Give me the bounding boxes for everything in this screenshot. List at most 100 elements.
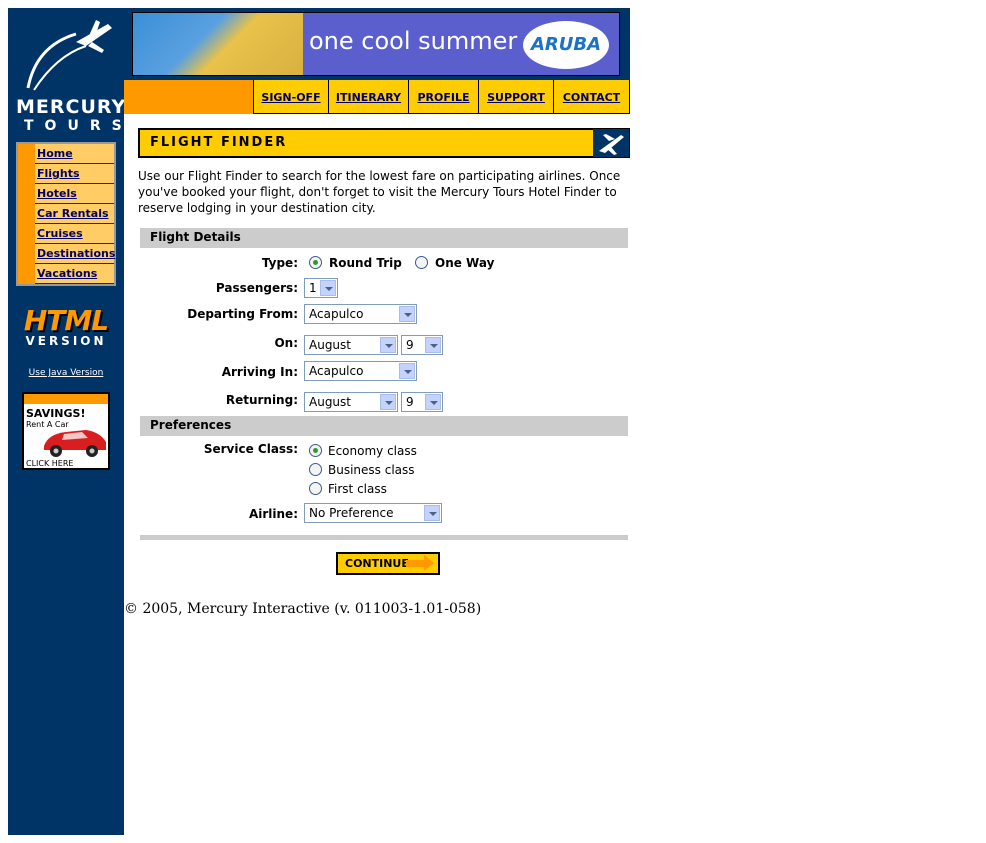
- first-class-label: First class: [328, 482, 387, 496]
- round-trip-radio[interactable]: [309, 256, 322, 269]
- sidebar-item-vacations[interactable]: Vacations: [35, 264, 114, 284]
- nav-strip: [18, 144, 35, 284]
- depart-month-select[interactable]: August: [304, 335, 398, 355]
- airline-value: No Preference: [309, 506, 394, 520]
- flight-finder-header: FLIGHT FINDER: [138, 128, 630, 158]
- passengers-value: 1: [309, 281, 317, 295]
- profile-link[interactable]: PROFILE: [417, 91, 469, 104]
- passengers-select[interactable]: 1: [304, 278, 338, 298]
- return-month-value: August: [309, 395, 351, 409]
- depart-day-select[interactable]: 9: [401, 335, 443, 355]
- economy-class-label: Economy class: [328, 444, 417, 458]
- departing-value: Acapulco: [309, 307, 364, 321]
- chevron-down-icon: [424, 505, 440, 521]
- aruba-logo: ARUBA: [523, 21, 609, 69]
- ad-headline: SAVINGS!: [26, 407, 86, 420]
- nav-link-flights[interactable]: Flights: [37, 167, 80, 180]
- top-menu: SIGN-OFF ITINERARY PROFILE SUPPORT CONTA…: [124, 80, 630, 114]
- service-class-label: Service Class:: [203, 442, 298, 456]
- ad-topbar: [24, 394, 108, 404]
- departing-from-select[interactable]: Acapulco: [304, 304, 417, 324]
- tab-profile[interactable]: PROFILE: [408, 80, 479, 114]
- round-trip-label: Round Trip: [329, 256, 402, 270]
- chevron-down-icon: [425, 394, 441, 410]
- passengers-label: Passengers:: [215, 281, 298, 295]
- airline-select[interactable]: No Preference: [304, 503, 442, 523]
- nav-link-car-rentals[interactable]: Car Rentals: [37, 207, 109, 220]
- chevron-down-icon: [425, 337, 441, 353]
- support-link[interactable]: SUPPORT: [487, 91, 545, 104]
- airplane-icon: [599, 134, 624, 155]
- rent-a-car-ad[interactable]: SAVINGS! Rent A Car CLICK HERE: [22, 392, 110, 470]
- airplane-swoosh-icon: [26, 20, 112, 91]
- sign-off-link[interactable]: SIGN-OFF: [261, 91, 320, 104]
- business-class-radio[interactable]: [309, 463, 322, 476]
- return-day-select[interactable]: 9: [401, 392, 443, 412]
- banner-ad[interactable]: one cool summer ARUBA: [132, 12, 620, 76]
- economy-class-radio[interactable]: [309, 444, 322, 457]
- banner-photo: [133, 13, 303, 75]
- intro-text: Use our Flight Finder to search for the …: [138, 169, 621, 215]
- return-month-select[interactable]: August: [304, 392, 398, 412]
- header-plane-badge: [593, 129, 629, 157]
- tab-sign-off[interactable]: SIGN-OFF: [253, 80, 329, 114]
- html-version-small: VERSION: [25, 334, 107, 348]
- chevron-down-icon: [399, 363, 415, 379]
- one-way-radio[interactable]: [415, 256, 428, 269]
- sidebar-item-hotels[interactable]: Hotels: [35, 184, 114, 204]
- java-version-link[interactable]: Use Java Version: [29, 368, 104, 378]
- chevron-down-icon: [380, 337, 396, 353]
- flight-details-header: Flight Details: [140, 228, 628, 248]
- nav-link-cruises[interactable]: Cruises: [37, 227, 83, 240]
- arriving-value: Acapulco: [309, 364, 364, 378]
- nav-link-vacations[interactable]: Vacations: [37, 267, 97, 280]
- copyright-footer: © 2005, Mercury Interactive (v. 011003-1…: [124, 601, 482, 617]
- nav-link-home[interactable]: Home: [37, 147, 73, 160]
- departing-label: Departing From:: [187, 307, 298, 321]
- top-banner: one cool summer ARUBA: [124, 8, 630, 80]
- banner-text: one cool summer: [309, 27, 518, 55]
- business-class-label: Business class: [328, 463, 415, 477]
- tab-itinerary[interactable]: ITINERARY: [328, 80, 409, 114]
- tab-support[interactable]: SUPPORT: [478, 80, 554, 114]
- depart-day-value: 9: [406, 338, 414, 352]
- itinerary-link[interactable]: ITINERARY: [336, 91, 401, 104]
- sidebar-item-car-rentals[interactable]: Car Rentals: [35, 204, 114, 224]
- airline-label: Airline:: [248, 507, 298, 521]
- on-label: On:: [274, 336, 298, 350]
- html-version-big: HTML: [23, 304, 109, 337]
- preferences-header: Preferences: [140, 416, 628, 436]
- java-version-link-wrap: Use Java Version: [10, 364, 122, 378]
- nav-link-hotels[interactable]: Hotels: [37, 187, 77, 200]
- arrow-right-icon: [406, 555, 434, 571]
- sidebar-nav: Home Flights Hotels Car Rentals Cruises …: [16, 142, 116, 286]
- car-icon: [44, 430, 106, 457]
- brand-subname: TOURS: [24, 118, 133, 134]
- first-class-radio[interactable]: [309, 482, 322, 495]
- returning-label: Returning:: [225, 393, 298, 407]
- continue-button[interactable]: CONTINUE: [336, 552, 440, 575]
- tab-contact[interactable]: CONTACT: [553, 80, 630, 114]
- sidebar-item-home[interactable]: Home: [35, 144, 114, 164]
- sidebar-item-cruises[interactable]: Cruises: [35, 224, 114, 244]
- arriving-label: Arriving In:: [221, 365, 298, 379]
- contact-link[interactable]: CONTACT: [563, 91, 620, 104]
- brand-name: MERCURY: [16, 96, 127, 118]
- sidebar-item-flights[interactable]: Flights: [35, 164, 114, 184]
- chevron-down-icon: [380, 394, 396, 410]
- chevron-down-icon: [399, 306, 415, 322]
- return-day-value: 9: [406, 395, 414, 409]
- chevron-down-icon: [320, 280, 336, 296]
- arriving-in-select[interactable]: Acapulco: [304, 361, 417, 381]
- mercury-tours-logo[interactable]: MERCURY TOURS: [16, 16, 125, 134]
- nav-link-destinations[interactable]: Destinations: [37, 247, 115, 260]
- type-label: Type:: [261, 256, 298, 270]
- ad-cta: CLICK HERE: [26, 459, 74, 468]
- sidebar-item-destinations[interactable]: Destinations: [35, 244, 115, 264]
- continue-label: CONTINUE: [345, 557, 409, 570]
- page-title: FLIGHT FINDER: [150, 135, 288, 150]
- one-way-label: One Way: [435, 256, 495, 270]
- html-version-logo: HTML VERSION: [18, 304, 114, 349]
- form-divider: [140, 535, 628, 540]
- depart-month-value: August: [309, 338, 351, 352]
